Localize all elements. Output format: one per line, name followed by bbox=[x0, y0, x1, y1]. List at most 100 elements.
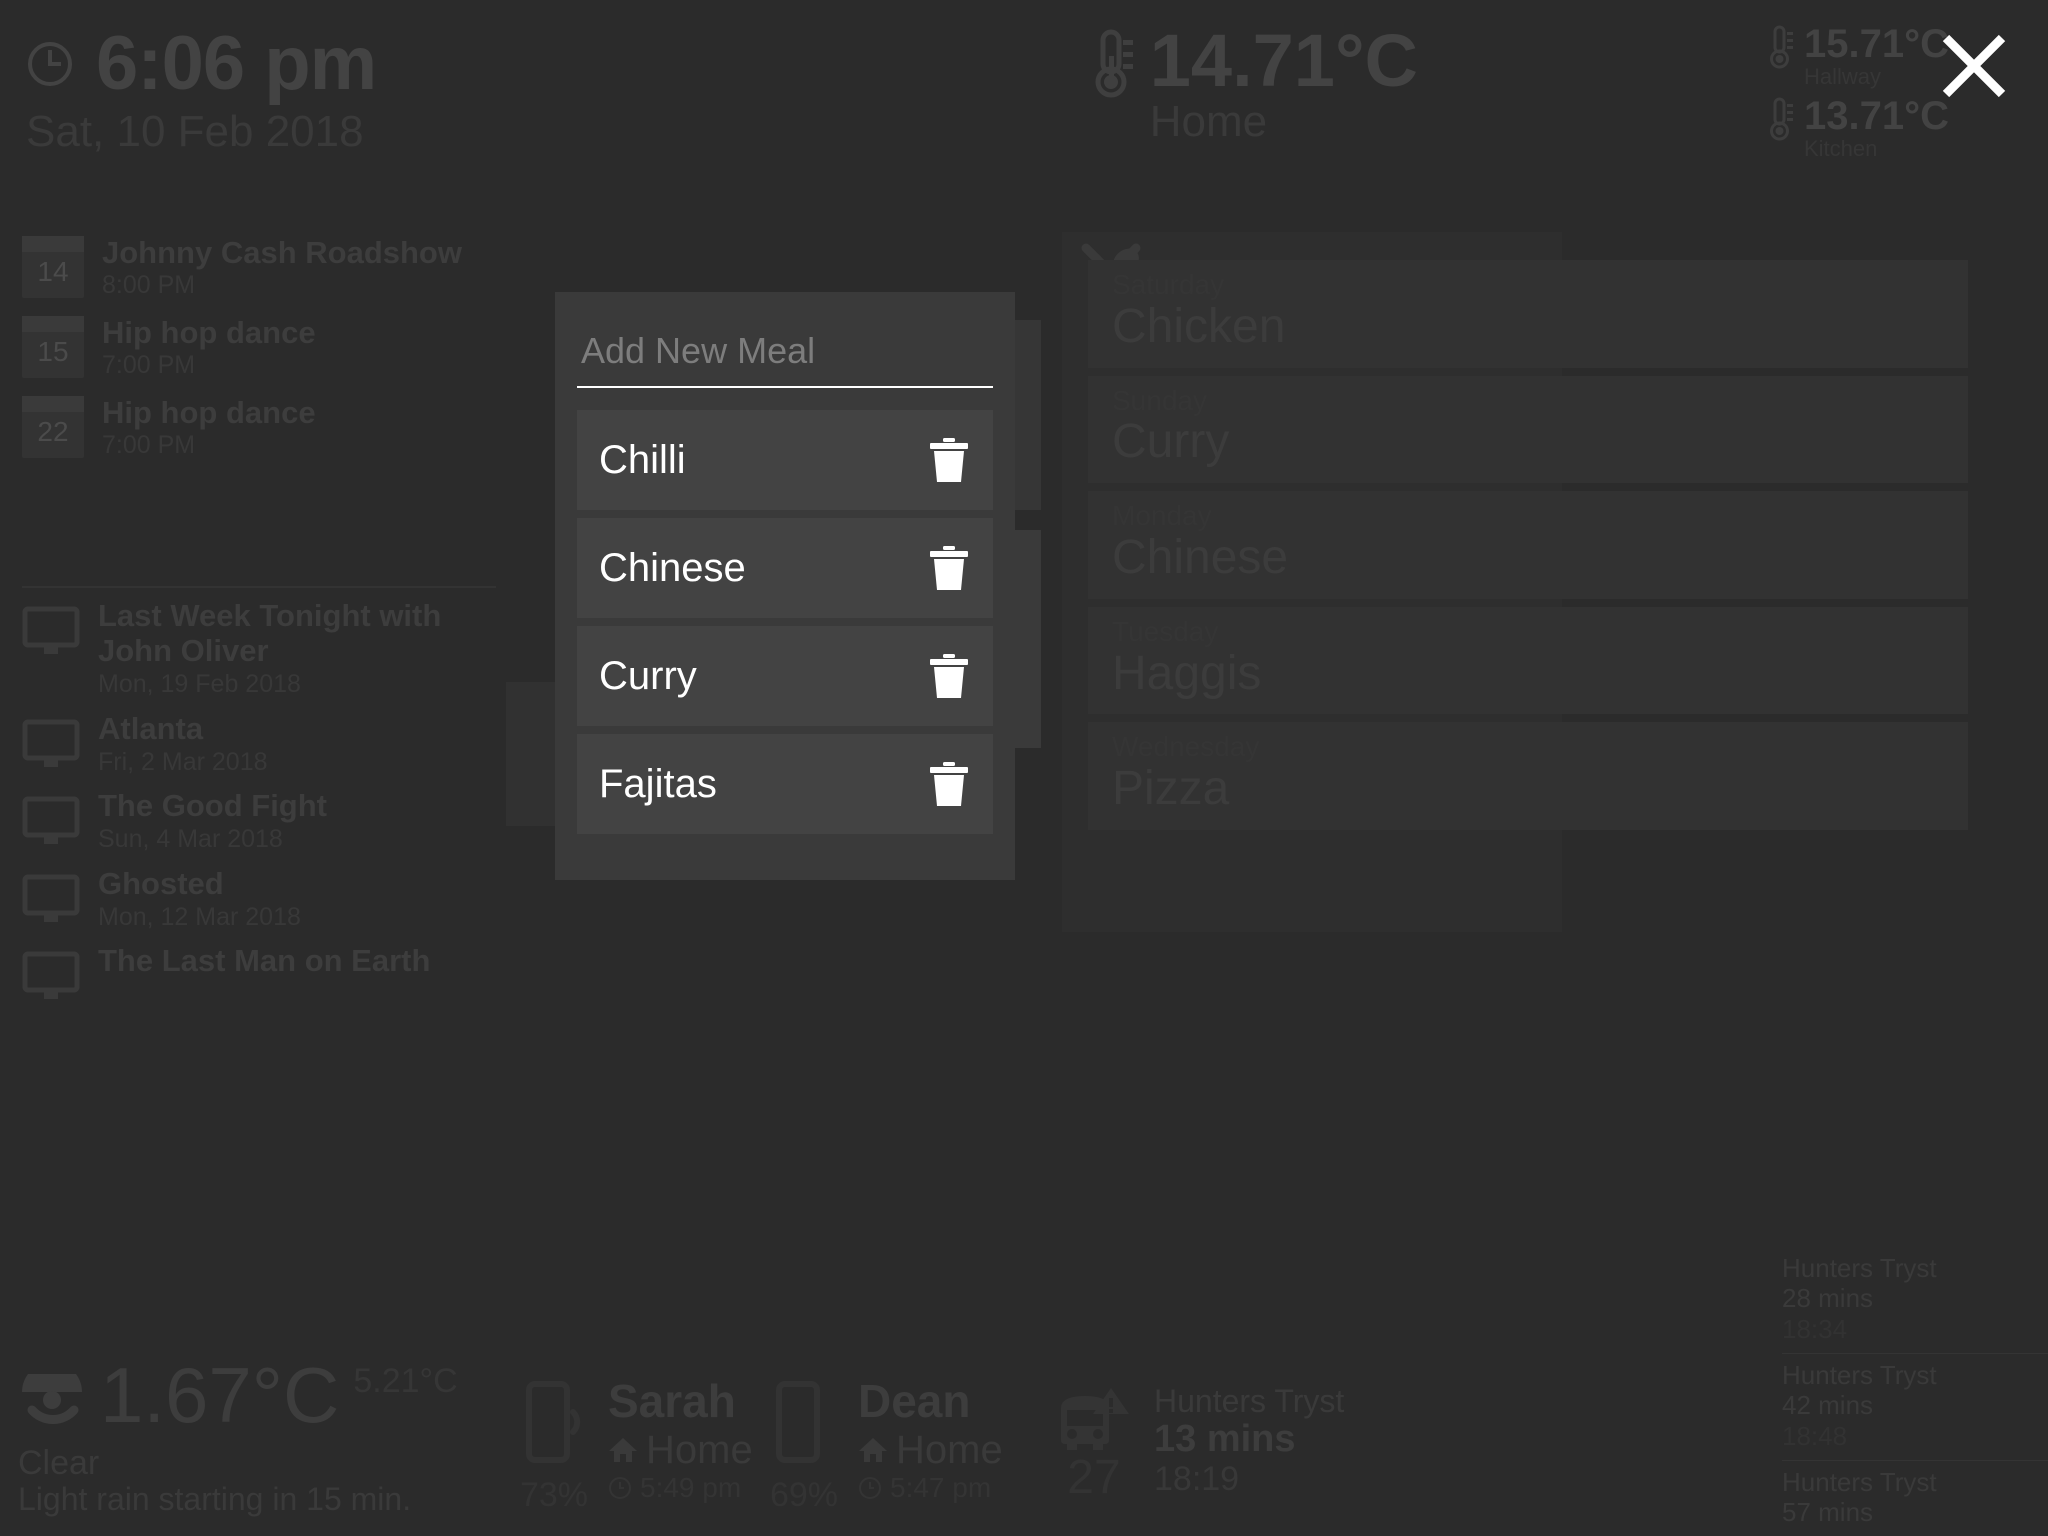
bus-alert-icon bbox=[1051, 1384, 1137, 1456]
tv-show-title: The Good Fight bbox=[98, 788, 328, 824]
bus-departure-time: 18:19 bbox=[1154, 1459, 1240, 1498]
trash-icon[interactable] bbox=[927, 760, 971, 808]
phone-battery: 69% bbox=[769, 1476, 839, 1514]
calendar-day-badge: 15 bbox=[22, 315, 84, 378]
bus-departures-list: Hunters Tryst 28 mins 18:34 Hunters Trys… bbox=[1782, 1247, 2048, 1536]
tv-show-date: Mon, 19 Feb 2018 bbox=[98, 670, 301, 699]
tv-icon bbox=[22, 951, 80, 1003]
bus-departure-mins: 57 mins bbox=[1782, 1497, 1874, 1528]
clock-icon bbox=[26, 40, 74, 88]
bus-departure-item: Hunters Tryst 57 mins bbox=[1782, 1461, 2048, 1536]
trash-icon[interactable] bbox=[927, 652, 971, 700]
phone-last-seen-time: 5:47 pm bbox=[890, 1472, 992, 1503]
calendar-event-title: Hip hop dance bbox=[102, 394, 316, 430]
clear-night-icon bbox=[18, 1362, 86, 1442]
calendar-event-item[interactable]: 15 Hip hop dance 7:00 PM bbox=[22, 314, 502, 382]
meal-list-item[interactable]: Chinese bbox=[577, 518, 993, 618]
tv-show-date: Mon, 12 Mar 2018 bbox=[98, 902, 301, 931]
clock-icon bbox=[858, 1476, 882, 1500]
calendar-event-title: Hip hop dance bbox=[102, 314, 316, 350]
weather-summary: Clear bbox=[18, 1444, 100, 1483]
meal-plan-meal: Chinese bbox=[1112, 530, 1289, 584]
add-meal-input[interactable] bbox=[577, 330, 993, 388]
tv-show-item[interactable]: Atlanta Fri, 2 Mar 2018 bbox=[22, 711, 522, 779]
tv-show-item[interactable]: The Last Man on Earth bbox=[22, 943, 522, 1003]
trash-icon[interactable] bbox=[927, 436, 971, 484]
tv-icon bbox=[22, 606, 80, 658]
tv-show-title: The Last Man on Earth bbox=[98, 943, 431, 979]
meal-name: Fajitas bbox=[599, 762, 717, 806]
home-temperature-label: Home bbox=[1149, 97, 1268, 147]
meal-plan-meal: Curry bbox=[1112, 415, 1230, 469]
bus-departure-stop: Hunters Tryst bbox=[1782, 1359, 1937, 1390]
calendar-events-list: 14 Johnny Cash Roadshow 8:00 PM 15 Hip h… bbox=[22, 236, 502, 476]
thermometer-icon bbox=[1088, 26, 1138, 100]
tv-show-title: Atlanta bbox=[98, 710, 204, 746]
close-icon[interactable] bbox=[1936, 28, 2012, 104]
home-temperature-widget: 14.71°C Home bbox=[1088, 23, 1418, 147]
home-icon bbox=[858, 1435, 888, 1465]
bus-widget: 27 Hunters Tryst 13 mins 18:19 bbox=[1044, 1383, 1344, 1502]
thermometer-icon bbox=[1768, 24, 1796, 70]
phone-location: Home bbox=[896, 1428, 1003, 1472]
phone-last-seen-time: 5:49 pm bbox=[640, 1472, 742, 1503]
home-icon bbox=[608, 1435, 638, 1465]
calendar-event-time: 7:00 PM bbox=[102, 351, 196, 380]
dashboard-screen: 6:06 pm Sat, 10 Feb 2018 14.71°C Home 15… bbox=[0, 0, 2048, 1536]
phone-presence-dean: 69% Dean Home 5:47 pm bbox=[756, 1378, 1003, 1512]
calendar-event-item[interactable]: 22 Hip hop dance 7:00 PM bbox=[22, 394, 502, 462]
thermometer-icon bbox=[1768, 96, 1796, 142]
meal-plan-meal: Chicken bbox=[1112, 299, 1286, 353]
meal-plan-meal: Haggis bbox=[1112, 646, 1262, 700]
tv-shows-list: Last Week Tonight with John Oliver Mon, … bbox=[22, 598, 522, 1013]
meal-list-item[interactable]: Chilli bbox=[577, 410, 993, 510]
calendar-day-number: 22 bbox=[37, 415, 69, 447]
tv-show-title: Ghosted bbox=[98, 865, 224, 901]
meal-list-item[interactable]: Curry bbox=[577, 626, 993, 726]
clock-time: 6:06 pm bbox=[96, 21, 377, 106]
tv-icon bbox=[22, 874, 80, 926]
tv-show-item[interactable]: Last Week Tonight with John Oliver Mon, … bbox=[22, 598, 522, 701]
meal-plan-day[interactable]: Saturday Chicken bbox=[1088, 260, 1968, 368]
clock-icon bbox=[608, 1476, 632, 1500]
meal-plan-day-name: Monday bbox=[1112, 500, 1212, 532]
room-name: Kitchen bbox=[1804, 136, 1878, 161]
phone-battery: 73% bbox=[519, 1476, 589, 1514]
meal-name: Curry bbox=[599, 654, 697, 698]
meal-list-item[interactable]: Fajitas bbox=[577, 734, 993, 834]
meal-name: Chinese bbox=[599, 546, 746, 590]
tv-show-date: Fri, 2 Mar 2018 bbox=[98, 747, 268, 776]
calendar-event-title: Johnny Cash Roadshow bbox=[102, 235, 462, 270]
room-temperature-value: 13.71°C bbox=[1804, 94, 1949, 138]
weather-widget: 1.67°C 5.21°C Clear Light rain starting … bbox=[18, 1356, 538, 1518]
clock-widget: 6:06 pm Sat, 10 Feb 2018 bbox=[26, 21, 377, 156]
room-temperature-value: 15.71°C bbox=[1804, 22, 1949, 66]
phone-owner-name: Dean bbox=[858, 1375, 971, 1427]
section-divider bbox=[22, 586, 496, 588]
phone-owner-name: Sarah bbox=[608, 1375, 736, 1427]
trash-icon[interactable] bbox=[927, 544, 971, 592]
meal-plan-day[interactable]: Monday Chinese bbox=[1088, 491, 1968, 599]
bus-departure-item: Hunters Tryst 28 mins 18:34 bbox=[1782, 1247, 2048, 1354]
bus-departure-stop: Hunters Tryst bbox=[1782, 1466, 1937, 1497]
clock-date: Sat, 10 Feb 2018 bbox=[26, 107, 364, 156]
calendar-day-badge: 22 bbox=[22, 395, 84, 458]
tv-show-item[interactable]: The Good Fight Sun, 4 Mar 2018 bbox=[22, 788, 522, 856]
phone-icon bbox=[776, 1378, 832, 1474]
bus-departure-mins: 42 mins bbox=[1782, 1390, 1874, 1421]
calendar-day-badge: 14 bbox=[22, 236, 84, 298]
tv-icon bbox=[22, 719, 80, 771]
tv-show-item[interactable]: Ghosted Mon, 12 Mar 2018 bbox=[22, 866, 522, 934]
meal-plan-day[interactable]: Tuesday Haggis bbox=[1088, 606, 1968, 715]
phone-location: Home bbox=[646, 1428, 753, 1472]
meal-plan-meal: Pizza bbox=[1112, 762, 1230, 816]
meal-plan-day[interactable]: Wednesday Pizza bbox=[1088, 722, 1968, 830]
room-name: Hallway bbox=[1804, 64, 1882, 89]
calendar-event-item[interactable]: 14 Johnny Cash Roadshow 8:00 PM bbox=[22, 236, 502, 302]
room-row: 13.71°C Kitchen bbox=[1768, 96, 2018, 160]
tv-show-date: Sun, 4 Mar 2018 bbox=[98, 825, 283, 854]
weather-temperature: 1.67°C bbox=[100, 1351, 340, 1440]
phone-ringing-icon bbox=[526, 1378, 582, 1474]
meal-name: Chilli bbox=[599, 438, 686, 482]
meal-plan-day[interactable]: Sunday Curry bbox=[1088, 375, 1968, 484]
